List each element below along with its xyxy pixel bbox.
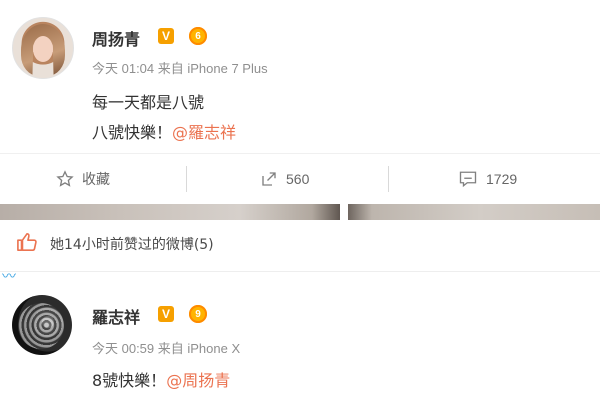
mention-link[interactable]: @羅志祥 bbox=[172, 123, 236, 142]
star-icon bbox=[56, 170, 74, 187]
action-bar: 收藏 560 1729 bbox=[0, 153, 600, 205]
comment-button[interactable]: 1729 bbox=[458, 154, 517, 204]
comment-count: 1729 bbox=[486, 171, 518, 187]
divider bbox=[186, 166, 187, 192]
post-text-body: 8號快樂！ bbox=[92, 371, 167, 390]
avatar-face bbox=[33, 36, 53, 62]
divider bbox=[0, 271, 600, 272]
avatar[interactable] bbox=[12, 295, 72, 355]
like-notice-text[interactable]: 她14小时前赞过的微博(5) bbox=[50, 234, 214, 254]
repost-count: 560 bbox=[286, 171, 310, 187]
avatar[interactable] bbox=[12, 17, 74, 79]
divider bbox=[388, 166, 389, 192]
mention-link[interactable]: @周扬青 bbox=[166, 371, 230, 390]
favorite-button[interactable]: 收藏 bbox=[56, 154, 110, 204]
repost-button[interactable]: 560 bbox=[260, 154, 309, 204]
repost-icon bbox=[262, 172, 276, 186]
verified-badge-icon: V bbox=[158, 28, 174, 44]
username-link[interactable]: 羅志祥 bbox=[92, 304, 140, 328]
comment-icon bbox=[459, 171, 477, 188]
weibo-post bbox=[0, 0, 600, 150]
post-text-line-2: 八號快樂！@羅志祥 bbox=[92, 119, 236, 143]
emoji-icon: 〰 bbox=[2, 269, 16, 285]
post-meta: 今天 00:59 来自 iPhone X bbox=[92, 341, 241, 356]
thumbs-up-icon bbox=[17, 233, 37, 251]
post-text: 8號快樂！@周扬青 bbox=[92, 367, 230, 391]
photo-thumbnail-strip[interactable] bbox=[0, 204, 600, 220]
level-badge-icon: 6 bbox=[189, 27, 207, 45]
username-link[interactable]: 周扬青 bbox=[92, 26, 140, 50]
post-meta: 今天 01:04 来自 iPhone 7 Plus bbox=[92, 61, 268, 76]
favorite-label: 收藏 bbox=[82, 171, 110, 187]
level-badge-icon: 9 bbox=[189, 305, 207, 323]
photo-gap bbox=[340, 204, 348, 220]
post-text-line-1: 每一天都是八號 bbox=[92, 93, 205, 112]
avatar-lion bbox=[18, 303, 64, 349]
post-text: 八號快樂！ bbox=[92, 123, 173, 142]
verified-badge-icon: V bbox=[158, 306, 174, 322]
